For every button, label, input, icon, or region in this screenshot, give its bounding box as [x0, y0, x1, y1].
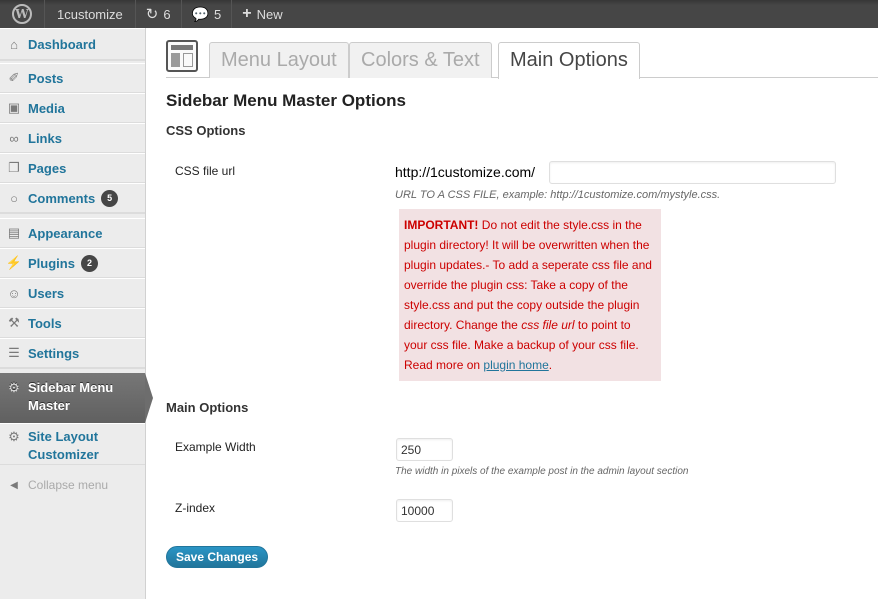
- tab-colors-text[interactable]: Colors & Text: [349, 42, 492, 78]
- label-line-1: Sidebar Menu: [28, 380, 114, 395]
- example-width-label: Example Width: [175, 440, 256, 454]
- plugins-badge: 2: [80, 254, 98, 272]
- sidebar-item-plugins[interactable]: ⚡ Plugins 2: [0, 248, 145, 278]
- gear-icon: ⚙: [8, 380, 20, 395]
- comment-bubble-icon: 💬: [191, 5, 209, 22]
- important-notice: IMPORTANT! Do not edit the style.css in …: [399, 209, 661, 381]
- comment-icon: ○: [10, 190, 18, 206]
- tab-bar: Menu Layout Colors & Text Main Options: [166, 40, 878, 79]
- pages-icon: ❐: [8, 160, 20, 175]
- comments-badge: 5: [101, 189, 119, 207]
- sidebar-item-label: Tools: [28, 315, 62, 331]
- label-line-1: Site Layout: [28, 429, 99, 444]
- sidebar-item-sidebar-menu-master[interactable]: ⚙ Sidebar Menu Master: [0, 373, 153, 423]
- link-icon: ∞: [9, 130, 19, 146]
- css-file-url-label: CSS file url: [175, 164, 236, 178]
- sidebar-item-label: Links: [28, 130, 62, 146]
- sidebar-item-posts[interactable]: ✐ Posts: [0, 63, 145, 93]
- sidebar-item-label: Comments: [28, 190, 96, 206]
- settings-icon: ☰: [8, 345, 20, 360]
- sidebar-item-label: Sidebar Menu Master: [28, 379, 113, 415]
- label-line-2: Customizer: [28, 447, 99, 462]
- pin-icon: ✐: [8, 70, 20, 85]
- sidebar-item-tools[interactable]: ⚒ Tools: [0, 308, 145, 338]
- sidebar-item-pages[interactable]: ❐ Pages: [0, 153, 145, 183]
- comments-button[interactable]: 💬 5: [182, 0, 233, 28]
- label-line-2: Master: [28, 398, 70, 413]
- example-width-description: The width in pixels of the example post …: [395, 466, 689, 477]
- css-url-prefix: http://1customize.com/: [395, 164, 536, 180]
- sidebar-item-dashboard[interactable]: ⌂ Dashboard: [0, 28, 145, 60]
- sidebar-item-label: Dashboard: [28, 36, 96, 52]
- updates-count: 6: [163, 6, 171, 22]
- admin-bar: W 1customize ↻ 6 💬 5 + New: [0, 0, 878, 28]
- layout-icon: [166, 40, 198, 72]
- collapse-arrow-icon: ◀: [10, 479, 18, 491]
- site-name-link[interactable]: 1customize: [45, 0, 136, 28]
- sidebar-item-label: Site Layout Customizer: [28, 428, 99, 464]
- main-options-heading: Main Options: [166, 400, 249, 415]
- sidebar-item-label: Settings: [28, 345, 80, 361]
- page-title: Sidebar Menu Master Options: [166, 91, 406, 110]
- sidebar-item-label: Plugins: [28, 255, 75, 271]
- css-options-heading: CSS Options: [166, 123, 246, 138]
- sidebar-item-comments[interactable]: ○ Comments 5: [0, 183, 145, 213]
- tools-icon: ⚒: [8, 315, 20, 330]
- css-file-url-description: URL TO A CSS FILE, example: http://1cust…: [395, 189, 721, 201]
- appearance-icon: ▤: [7, 225, 21, 240]
- sidebar-item-site-layout-customizer[interactable]: ⚙ Site Layout Customizer: [0, 423, 145, 465]
- admin-sidebar: ⌂ Dashboard ✐ Posts ▣ Media ∞ Links ❐ Pa…: [0, 28, 153, 599]
- collapse-label: Collapse menu: [28, 478, 109, 492]
- new-content-button[interactable]: + New: [232, 0, 292, 28]
- save-changes-button[interactable]: Save Changes: [166, 546, 269, 568]
- plugin-home-link[interactable]: plugin home: [483, 358, 548, 372]
- plus-icon: +: [242, 5, 252, 22]
- tab-menu-layout[interactable]: Menu Layout: [209, 42, 349, 78]
- site-name: 1customize: [57, 6, 123, 22]
- media-icon: ▣: [7, 100, 21, 115]
- sidebar-item-users[interactable]: ☺ Users: [0, 278, 145, 308]
- sidebar-item-label: Media: [28, 100, 65, 116]
- sidebar-item-settings[interactable]: ☰ Settings: [0, 338, 145, 368]
- sidebar-item-label: Appearance: [28, 225, 103, 241]
- main-content: Menu Layout Colors & Text Main Options S…: [146, 28, 878, 599]
- z-index-input[interactable]: [396, 499, 453, 522]
- wordpress-logo-button[interactable]: W: [0, 0, 45, 28]
- updates-button[interactable]: ↻ 6: [136, 0, 182, 28]
- collapse-menu-button[interactable]: ◀ Collapse menu: [0, 475, 145, 495]
- tab-main-options[interactable]: Main Options: [498, 42, 640, 79]
- sidebar-item-media[interactable]: ▣ Media: [0, 93, 145, 123]
- notice-strong: IMPORTANT!: [404, 218, 479, 232]
- notice-text-1: Do not edit the style.css in the plugin …: [404, 218, 652, 332]
- gear-icon: ⚙: [8, 429, 20, 444]
- sidebar-item-label: Users: [28, 285, 65, 301]
- users-icon: ☺: [7, 285, 21, 301]
- refresh-icon: ↻: [145, 6, 159, 23]
- sidebar-item-links[interactable]: ∞ Links: [0, 123, 145, 153]
- notice-text-end: .: [548, 358, 553, 372]
- home-icon: ⌂: [10, 36, 18, 52]
- sidebar-item-appearance[interactable]: ▤ Appearance: [0, 218, 145, 248]
- wordpress-logo-icon: W: [12, 4, 32, 24]
- example-width-input[interactable]: [396, 438, 453, 461]
- plugin-icon: ⚡: [5, 255, 23, 270]
- notice-emphasis: css file url: [521, 318, 575, 332]
- css-file-url-input[interactable]: [549, 161, 836, 184]
- sidebar-item-label: Posts: [28, 70, 64, 86]
- comments-count: 5: [214, 6, 222, 22]
- sidebar-item-label: Pages: [28, 160, 67, 176]
- z-index-label: Z-index: [175, 501, 216, 515]
- new-label: New: [256, 6, 283, 22]
